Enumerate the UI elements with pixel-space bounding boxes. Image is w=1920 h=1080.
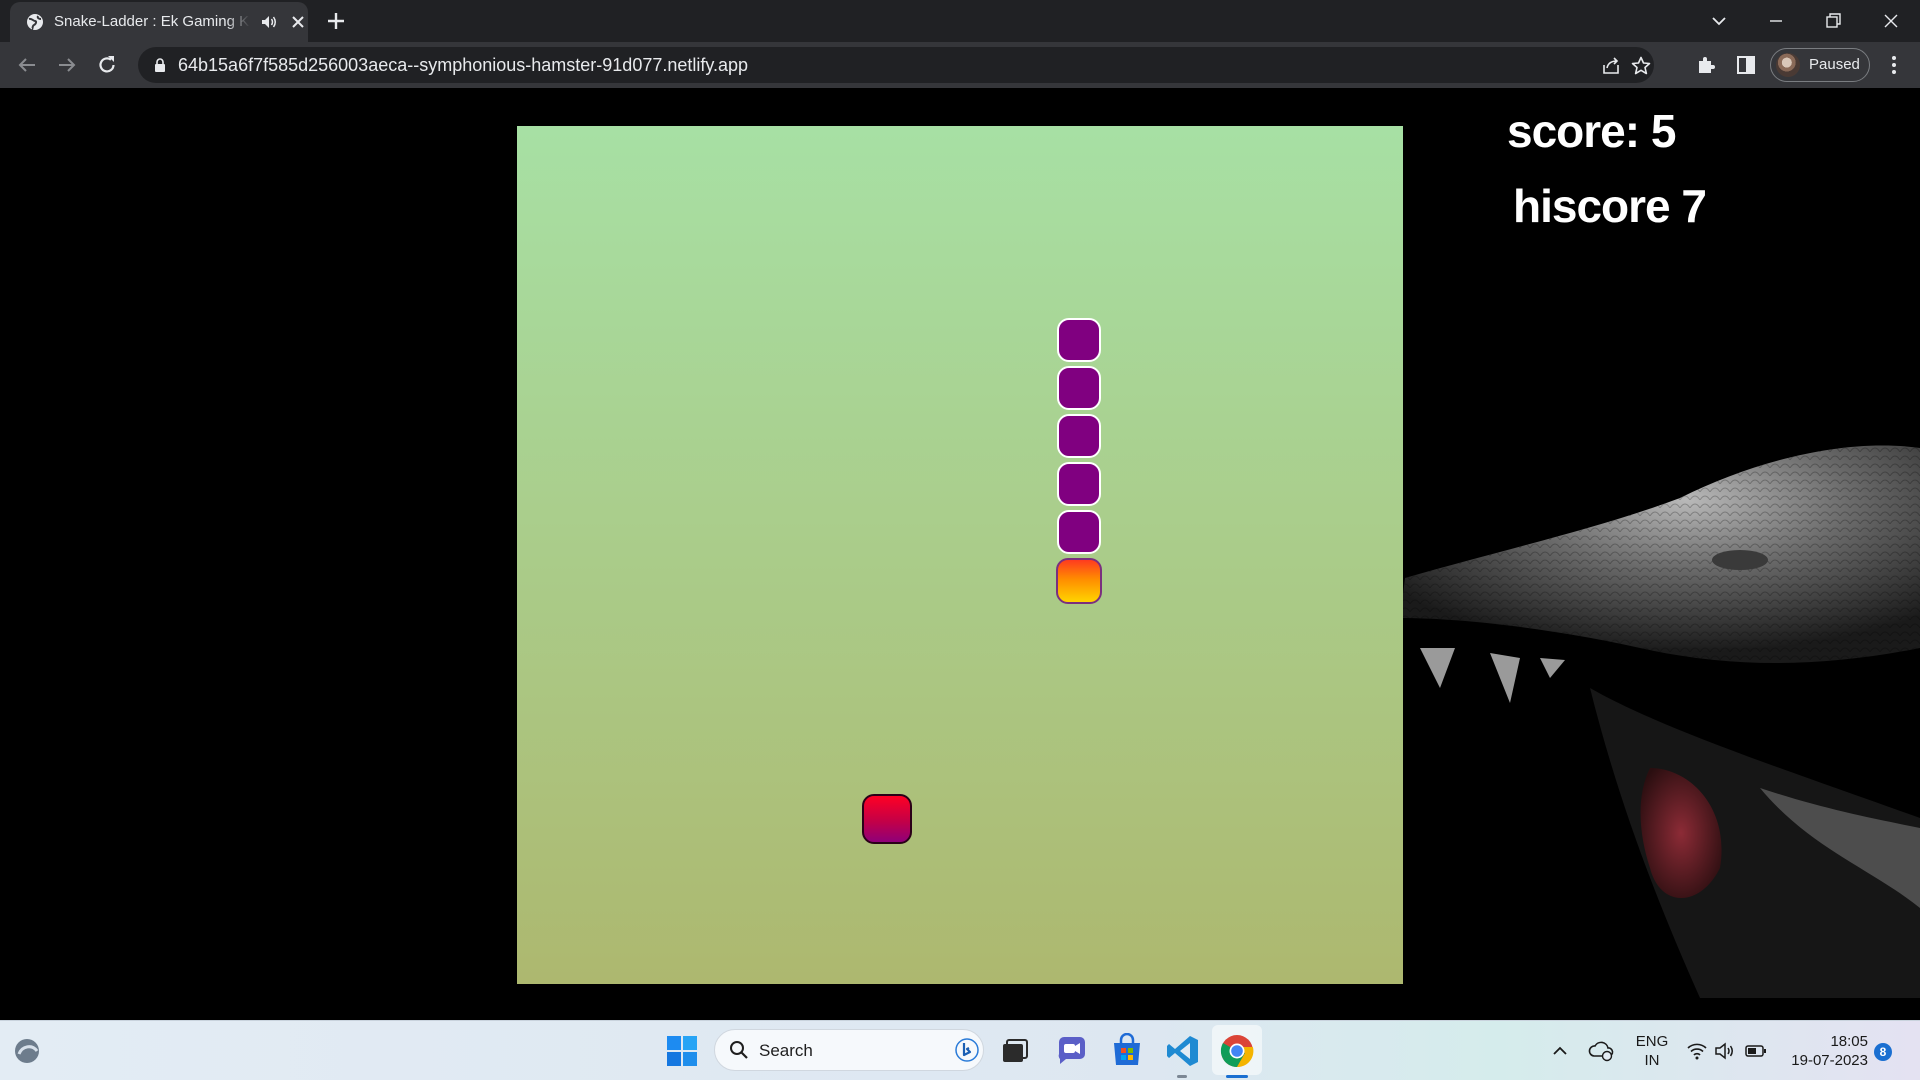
url-text[interactable]: 64b15a6f7f585d256003aeca--symphonious-ha… (178, 55, 748, 76)
close-tab-icon[interactable] (288, 12, 308, 32)
snake-body-segment (1057, 366, 1101, 410)
tab-strip: Snake-Ladder : Ek Gaming Ka (0, 0, 1920, 42)
globe-icon (27, 14, 43, 30)
browser-toolbar: 64b15a6f7f585d256003aeca--symphonious-ha… (0, 42, 1920, 88)
weather-widget-icon[interactable] (10, 1034, 44, 1068)
profile-button[interactable]: Paused (1770, 48, 1870, 82)
volume-icon[interactable] (1714, 1040, 1736, 1062)
close-window-icon[interactable] (1879, 9, 1903, 33)
snake-body-segment (1057, 510, 1101, 554)
chrome-icon[interactable] (1219, 1033, 1255, 1069)
side-panel-icon[interactable] (1734, 53, 1758, 77)
score-display: score: 5 (1507, 105, 1676, 157)
share-icon[interactable] (1600, 55, 1622, 77)
address-bar[interactable]: 64b15a6f7f585d256003aeca--symphonious-ha… (138, 47, 1654, 83)
language-code: ENG (1635, 1033, 1669, 1050)
snake-head (1056, 558, 1102, 604)
back-icon[interactable] (15, 53, 39, 77)
chevron-up-icon[interactable] (1550, 1041, 1570, 1061)
snake-background-image (1400, 445, 1920, 998)
active-tab[interactable]: Snake-Ladder : Ek Gaming Ka (10, 2, 308, 42)
snake-body-segment (1057, 318, 1101, 362)
microsoft-store-icon[interactable] (1109, 1033, 1145, 1069)
onedrive-sync-icon[interactable] (1588, 1039, 1614, 1063)
vscode-running-indicator (1177, 1075, 1187, 1078)
forward-icon[interactable] (55, 53, 79, 77)
search-icon (730, 1041, 748, 1059)
profile-status: Paused (1809, 56, 1860, 73)
clock-time: 18:05 (1830, 1033, 1868, 1050)
tab-search-icon[interactable] (1707, 9, 1731, 33)
hiscore-display: hiscore 7 (1513, 180, 1707, 232)
teams-chat-icon[interactable] (1054, 1033, 1090, 1069)
chrome-running-indicator (1226, 1075, 1248, 1078)
avatar (1776, 53, 1800, 77)
bookmark-star-icon[interactable] (1630, 55, 1652, 77)
taskbar-search[interactable]: Search (714, 1029, 984, 1071)
battery-icon[interactable] (1744, 1041, 1768, 1061)
clock[interactable]: 18:05 19-07-2023 (1782, 1032, 1868, 1070)
minimize-icon[interactable] (1764, 9, 1788, 33)
notification-badge[interactable]: 8 (1874, 1043, 1892, 1061)
windows-taskbar: Search ENG IN 18:05 19-07-2023 8 (0, 1020, 1920, 1080)
restore-icon[interactable] (1821, 9, 1845, 33)
task-view-icon[interactable] (997, 1033, 1033, 1069)
game-board[interactable] (517, 126, 1403, 984)
wifi-icon[interactable] (1686, 1040, 1708, 1062)
menu-kebab-icon[interactable] (1882, 53, 1906, 77)
windows-start-icon[interactable] (664, 1033, 700, 1069)
speaker-icon[interactable] (260, 13, 278, 31)
search-label: Search (759, 1041, 813, 1060)
vscode-icon[interactable] (1165, 1033, 1201, 1069)
bing-icon[interactable] (955, 1038, 979, 1062)
extensions-puzzle-icon[interactable] (1694, 53, 1718, 77)
language-indicator[interactable]: ENG IN (1628, 1032, 1676, 1070)
lock-icon[interactable] (152, 57, 168, 73)
reload-icon[interactable] (95, 53, 119, 77)
region-code: IN (1644, 1052, 1660, 1069)
game-page: score: 5 hiscore 7 (0, 88, 1920, 1020)
clock-date: 19-07-2023 (1791, 1052, 1868, 1069)
food-block (862, 794, 912, 844)
snake-body-segment (1057, 462, 1101, 506)
snake-body-segment (1057, 414, 1101, 458)
new-tab-icon[interactable] (324, 9, 348, 33)
